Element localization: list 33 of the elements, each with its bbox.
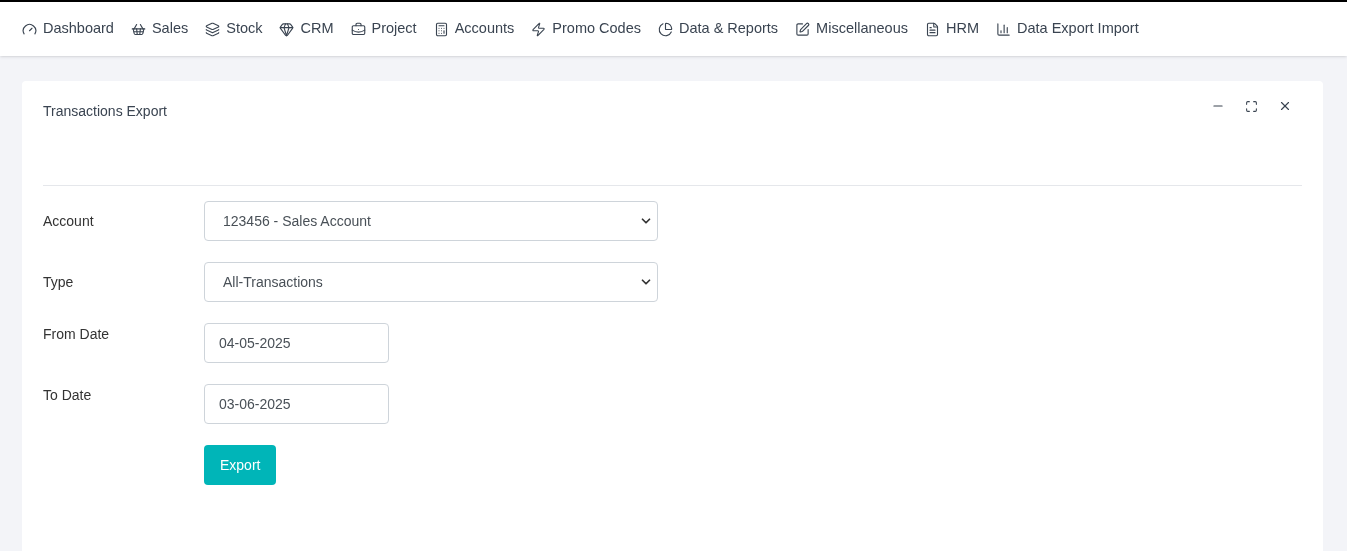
layers-icon (205, 21, 221, 37)
gauge-icon (22, 21, 37, 37)
nav-link[interactable]: CRM (279, 18, 334, 40)
nav-link[interactable]: Accounts (433, 18, 515, 40)
nav-link[interactable]: Data & Reports (657, 18, 779, 40)
diamond-icon (279, 21, 295, 37)
field-label: Type (43, 273, 75, 292)
select-field[interactable]: All-Transactions (204, 262, 658, 302)
select-field[interactable]: 123456 - Sales Account (204, 201, 658, 241)
document-icon (925, 21, 940, 37)
date-field[interactable]: 03-06-2025 (204, 384, 389, 424)
nav-link[interactable]: HRM (925, 18, 980, 40)
pie-chart-icon (657, 21, 673, 37)
field-label: From Date (43, 325, 111, 344)
field-label: To Date (43, 386, 93, 405)
bar-chart-icon (996, 21, 1012, 37)
lightning-icon (531, 21, 547, 37)
close-icon[interactable] (1278, 99, 1292, 113)
calculator-icon (433, 21, 449, 37)
maximize-icon[interactable] (1245, 99, 1258, 113)
nav-link[interactable]: Sales (130, 18, 189, 40)
nav-link[interactable]: Promo Codes (531, 18, 641, 40)
panel-title: Transactions Export (43, 102, 167, 121)
basket-icon (130, 21, 146, 37)
nav-link[interactable]: Data Export Import (996, 18, 1139, 40)
edit-icon (795, 21, 811, 37)
nav-link[interactable]: Stock (205, 18, 263, 40)
briefcase-icon (350, 21, 366, 37)
field-label: Account (43, 212, 95, 231)
date-field[interactable]: 04-05-2025 (204, 323, 389, 363)
nav-link[interactable]: Dashboard (22, 18, 114, 40)
nav-link[interactable]: Miscellaneous (795, 18, 908, 40)
nav-link[interactable]: Project (350, 18, 417, 40)
